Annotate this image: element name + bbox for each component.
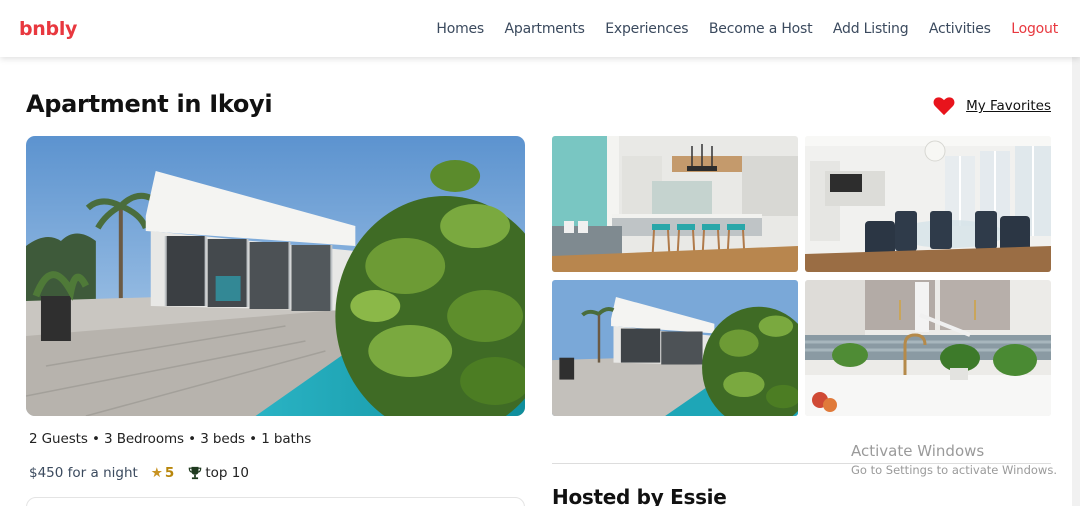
villa-exterior-image	[26, 136, 525, 416]
listing-price: $450 for a night	[29, 465, 138, 481]
rating-value: 5	[164, 465, 175, 481]
my-favorites-label[interactable]: My Favorites	[966, 98, 1051, 114]
logout-link[interactable]: Logout	[1011, 21, 1058, 37]
top-badge: top 10	[188, 465, 249, 481]
activate-windows-watermark: Activate Windows Go to Settings to activ…	[851, 442, 1057, 477]
nav-homes[interactable]: Homes	[436, 21, 484, 37]
top-navbar: bnbly Homes Apartments Experiences Becom…	[0, 0, 1080, 57]
nav-add-listing[interactable]: Add Listing	[833, 21, 909, 37]
villa-exterior-thumb	[552, 280, 798, 416]
heart-icon[interactable]	[933, 96, 955, 116]
dining-room-image	[805, 136, 1051, 272]
nav-become-host[interactable]: Become a Host	[709, 21, 813, 37]
listing-thumbnail-2[interactable]	[805, 136, 1051, 272]
listing-thumbnail-4[interactable]	[805, 280, 1051, 416]
page-scrollbar[interactable]	[1072, 57, 1080, 506]
brand-logo[interactable]: bnbly	[19, 18, 77, 40]
listing-specs: 2 Guests • 3 Bedrooms • 3 beds • 1 baths	[29, 431, 312, 447]
watermark-title: Activate Windows	[851, 442, 985, 460]
booking-card-edge	[26, 497, 525, 506]
trophy-icon	[189, 466, 202, 480]
kitchen-sink-image	[805, 280, 1051, 416]
listing-title: Apartment in Ikoyi	[26, 90, 273, 118]
nav-apartments[interactable]: Apartments	[505, 21, 585, 37]
listing-rating: ★ 5	[151, 465, 175, 481]
kitchen-living-image	[552, 136, 798, 272]
nav-experiences[interactable]: Experiences	[605, 21, 688, 37]
main-nav: Homes Apartments Experiences Become a Ho…	[416, 21, 1058, 37]
watermark-subtitle: Go to Settings to activate Windows.	[851, 463, 1057, 477]
nav-activities[interactable]: Activities	[929, 21, 991, 37]
listing-thumbnail-3[interactable]	[552, 280, 798, 416]
hosted-by-heading: Hosted by Essie	[552, 485, 727, 506]
price-rating-row: $450 for a night ★ 5 top 10	[29, 465, 249, 481]
listing-hero-image[interactable]	[26, 136, 525, 416]
top-badge-label: top 10	[205, 465, 249, 481]
star-icon: ★	[150, 465, 163, 481]
my-favorites-link[interactable]: My Favorites	[933, 96, 1051, 116]
listing-thumbnail-1[interactable]	[552, 136, 798, 272]
